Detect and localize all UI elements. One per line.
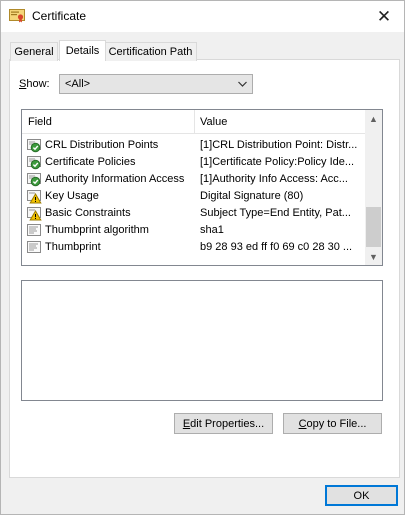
show-label: Show: <box>19 78 50 90</box>
tab-general[interactable]: General <box>10 42 58 61</box>
field-name: Key Usage <box>45 190 99 202</box>
list-item[interactable]: Authority Information Access [1]Authority… <box>22 171 367 188</box>
show-label-text: how: <box>26 78 50 90</box>
column-header-value[interactable]: Value <box>200 110 227 133</box>
edit-properties-button[interactable]: Edit Properties... <box>174 413 273 434</box>
list-item[interactable]: Key Usage Digital Signature (80) <box>22 188 367 205</box>
field-value: [1]Authority Info Access: Acc... <box>200 173 348 185</box>
vertical-scrollbar[interactable]: ▲ ▼ <box>365 110 382 265</box>
field-value: b9 28 93 ed ff f0 69 c0 28 30 ... <box>200 241 353 253</box>
field-name: Certificate Policies <box>45 156 136 168</box>
list-item[interactable]: Certificate Policies [1]Certificate Polic… <box>22 154 367 171</box>
warning-certificate-icon <box>27 189 42 204</box>
green-check-certificate-icon <box>27 155 42 170</box>
show-dropdown[interactable]: <All> <box>59 74 253 94</box>
field-name: Basic Constraints <box>45 207 131 219</box>
tab-details-label: Details <box>65 45 100 57</box>
field-name: Authority Information Access <box>45 173 185 185</box>
fields-list[interactable]: Field Value CRL Distribution Points [1]CR… <box>21 109 383 266</box>
ok-button-label: OK <box>353 489 370 502</box>
certificate-window: Certificate ✕ General Details Certificat… <box>0 0 405 515</box>
edit-properties-hotkey: E <box>182 417 191 430</box>
tab-certification-path[interactable]: Certification Path <box>104 42 197 61</box>
field-name: CRL Distribution Points <box>45 139 159 151</box>
certificate-icon <box>27 240 42 255</box>
field-value: Digital Signature (80) <box>200 190 304 202</box>
scroll-up-arrow-icon[interactable]: ▲ <box>365 110 382 127</box>
copy-to-file-hotkey: C <box>298 417 307 430</box>
field-name: Thumbprint algorithm <box>45 224 149 236</box>
field-value: [1]CRL Distribution Point: Distr... <box>200 139 358 151</box>
title-bar[interactable]: Certificate ✕ <box>1 1 404 32</box>
tab-certification-path-label: Certification Path <box>108 46 193 58</box>
ok-button[interactable]: OK <box>325 485 398 506</box>
green-check-certificate-icon <box>27 138 42 153</box>
close-icon: ✕ <box>376 6 392 26</box>
list-header: Field Value <box>22 110 367 134</box>
column-separator[interactable] <box>194 110 195 133</box>
tab-general-label: General <box>14 46 54 58</box>
column-header-field[interactable]: Field <box>28 110 52 133</box>
certificate-icon <box>27 223 42 238</box>
field-detail-textbox[interactable] <box>21 280 383 401</box>
edit-properties-label: dit Properties... <box>190 417 265 430</box>
field-value: sha1 <box>200 224 224 236</box>
list-item[interactable]: Basic Constraints Subject Type=End Entity… <box>22 205 367 222</box>
window-title: Certificate <box>32 9 87 23</box>
show-dropdown-value: <All> <box>65 78 91 90</box>
tab-details[interactable]: Details <box>59 40 106 61</box>
scrollbar-thumb[interactable] <box>366 207 381 247</box>
list-item[interactable]: CRL Distribution Points [1]CRL Distributi… <box>22 137 367 154</box>
copy-to-file-button[interactable]: Copy to File... <box>283 413 382 434</box>
list-item[interactable]: Thumbprint b9 28 93 ed ff f0 69 c0 28 30 … <box>22 239 367 256</box>
close-button[interactable]: ✕ <box>364 1 404 32</box>
warning-certificate-icon <box>27 206 42 221</box>
chevron-down-icon <box>237 77 248 94</box>
certificate-app-icon <box>9 9 25 23</box>
list-item[interactable]: Thumbprint algorithm sha1 <box>22 222 367 239</box>
copy-to-file-label: opy to File... <box>306 417 367 430</box>
scroll-down-arrow-icon[interactable]: ▼ <box>365 248 382 265</box>
field-value: Subject Type=End Entity, Pat... <box>200 207 351 219</box>
field-name: Thumbprint <box>45 241 101 253</box>
field-value: [1]Certificate Policy:Policy Ide... <box>200 156 355 168</box>
green-check-certificate-icon <box>27 172 42 187</box>
